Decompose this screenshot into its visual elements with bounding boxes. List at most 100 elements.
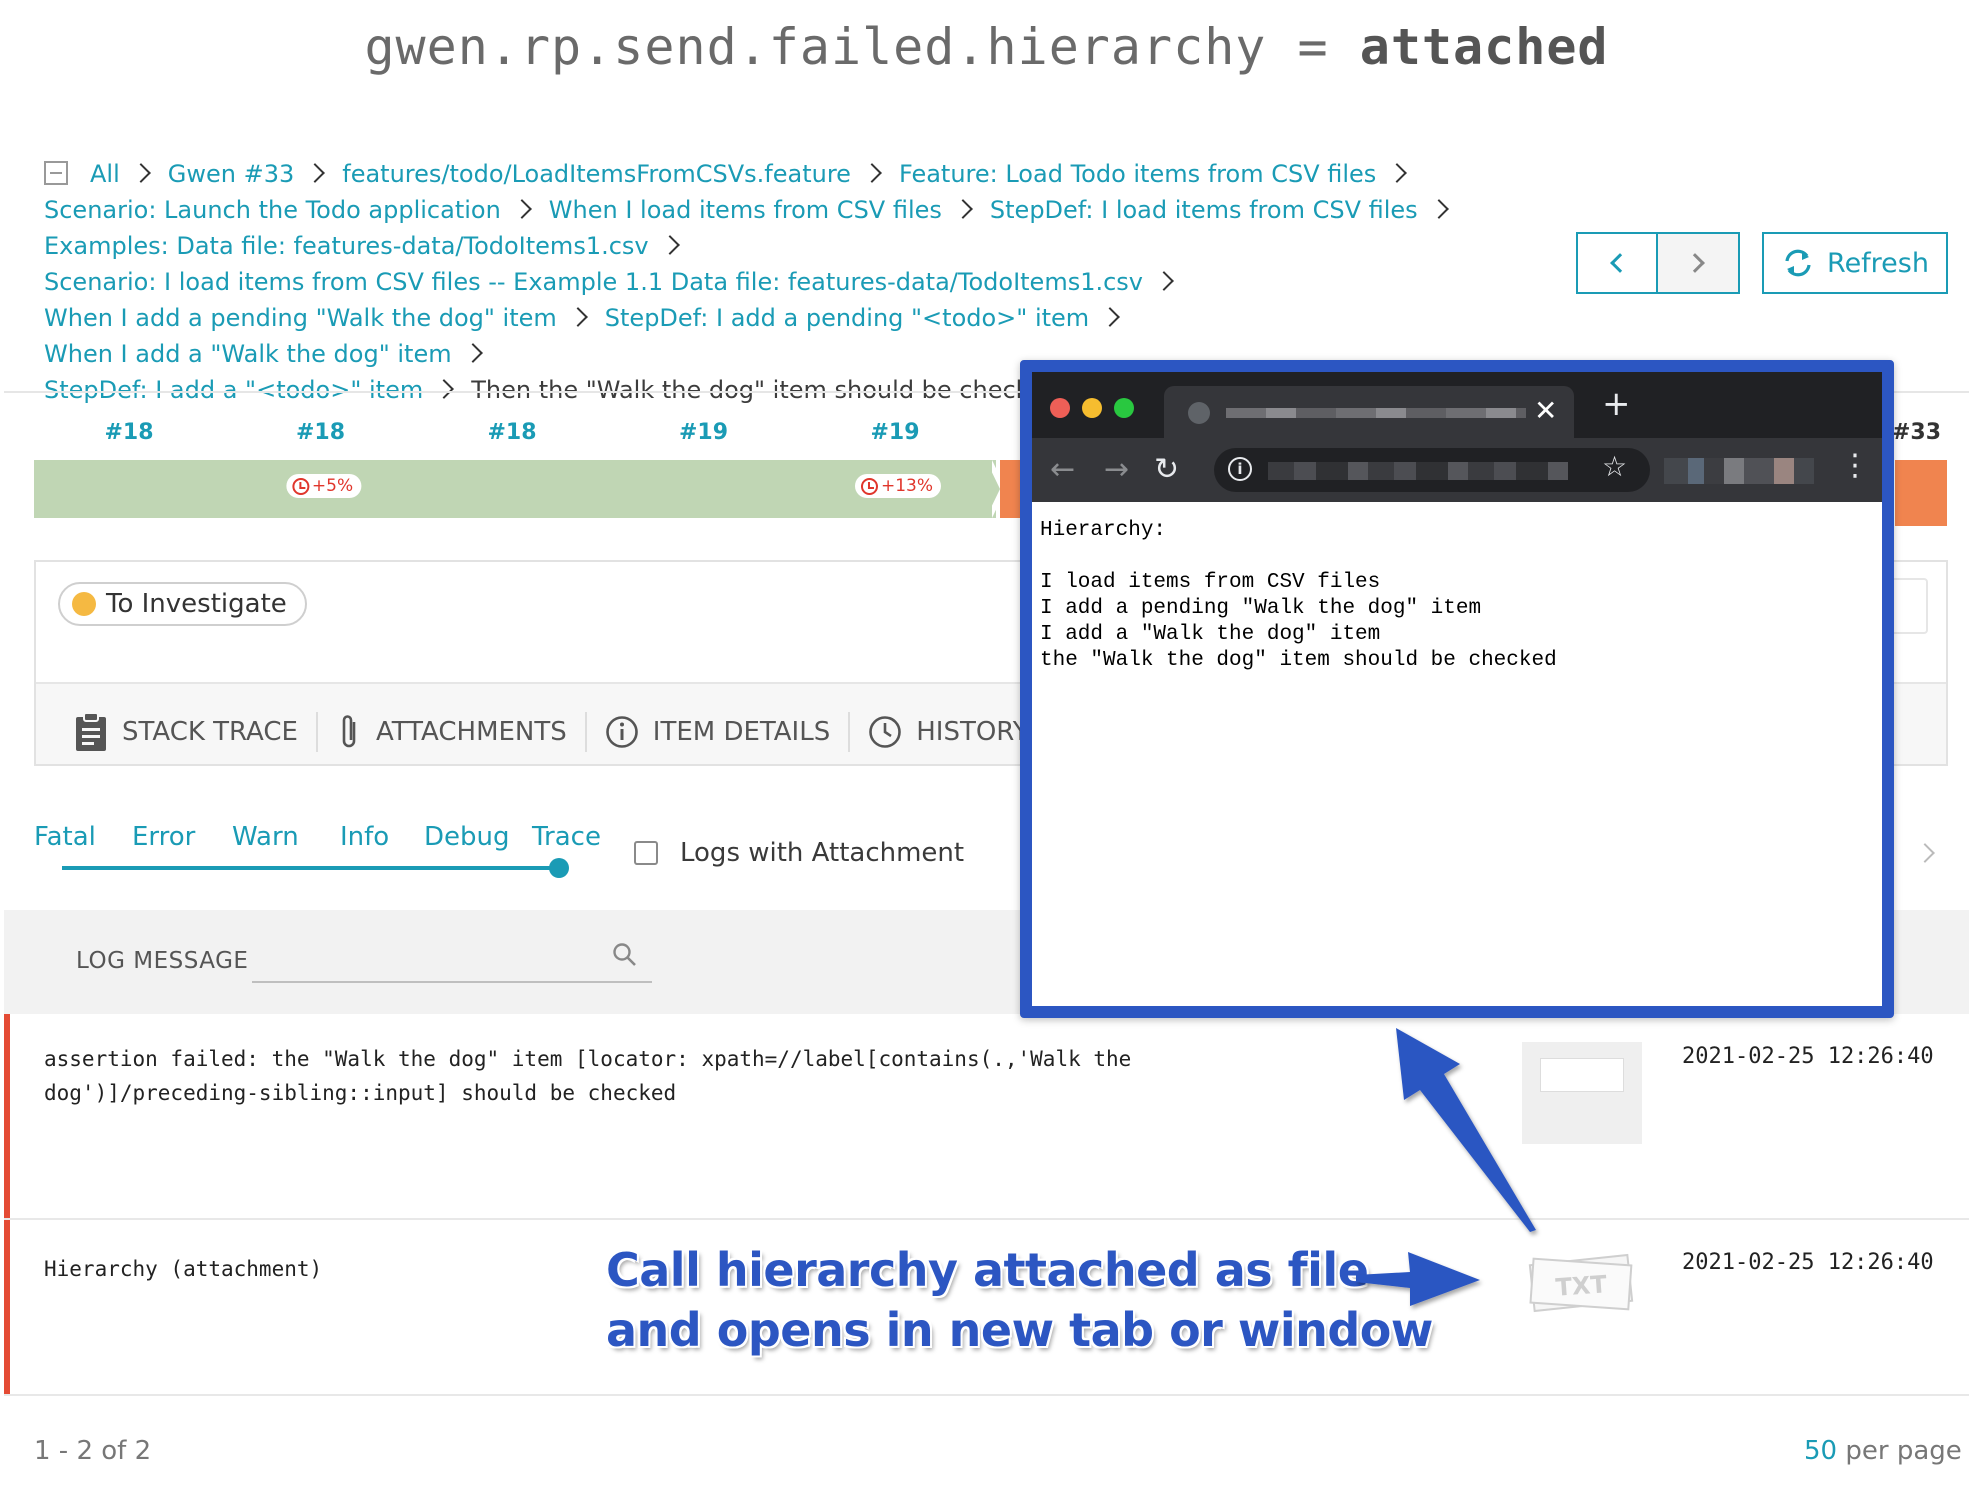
- history-item[interactable]: [608, 460, 805, 518]
- tab-label: ITEM DETAILS: [652, 717, 831, 747]
- history-label[interactable]: #33: [1892, 420, 1941, 445]
- previous-item-button[interactable]: [1578, 234, 1658, 292]
- tab-label: HISTORY: [916, 717, 1029, 747]
- checkbox[interactable]: [634, 841, 658, 865]
- log-level-info[interactable]: Info: [340, 822, 389, 852]
- breadcrumb-item[interactable]: Scenario: Launch the Todo application: [44, 196, 501, 224]
- history-label[interactable]: #18: [34, 420, 224, 445]
- tab-item-details[interactable]: ITEM DETAILS: [587, 712, 851, 752]
- history-label[interactable]: #18: [226, 420, 416, 445]
- history-item[interactable]: +5%: [225, 460, 422, 518]
- log-level-debug[interactable]: Debug: [424, 822, 510, 852]
- per-page-selector[interactable]: 50 per page: [1804, 1436, 1962, 1466]
- history-item[interactable]: [34, 460, 230, 518]
- close-tab-icon[interactable]: ✕: [1534, 394, 1557, 427]
- chevron-right-icon[interactable]: [1915, 843, 1935, 863]
- next-item-button[interactable]: [1658, 234, 1738, 292]
- close-window-button[interactable]: [1050, 398, 1070, 418]
- thumbnail-preview: [1540, 1058, 1624, 1092]
- new-tab-icon[interactable]: +: [1602, 384, 1631, 424]
- search-icon[interactable]: [612, 942, 638, 968]
- breadcrumb-item[interactable]: StepDef: I add a "<todo>" item: [44, 376, 423, 404]
- chevron-left-icon: [1610, 253, 1630, 273]
- error-level-bar: [4, 1014, 10, 1218]
- logs-with-attachment-toggle[interactable]: Logs with Attachment: [634, 838, 964, 868]
- breadcrumb-item[interactable]: features/todo/LoadItemsFromCSVs.feature: [342, 160, 851, 188]
- history-item[interactable]: +13%: [800, 460, 996, 518]
- chevron-right-icon: [462, 343, 483, 363]
- tab-attachments[interactable]: ATTACHMENTS: [318, 712, 587, 752]
- clock-icon: [869, 716, 902, 748]
- breadcrumb-item[interactable]: StepDef: I add a pending "<todo>" item: [605, 304, 1089, 332]
- breadcrumb-item[interactable]: When I load items from CSV files: [549, 196, 942, 224]
- bookmark-star-icon[interactable]: ☆: [1602, 450, 1627, 483]
- log-message: assertion failed: the "Walk the dog" ite…: [44, 1047, 1132, 1105]
- browser-tab[interactable]: ✕: [1164, 386, 1574, 438]
- per-page-count[interactable]: 50: [1804, 1436, 1837, 1466]
- log-message: Hierarchy (attachment): [44, 1257, 323, 1281]
- chevron-right-icon: [862, 163, 882, 183]
- back-icon[interactable]: ←: [1050, 452, 1075, 487]
- breadcrumb-item[interactable]: Examples: Data file: features-data/TodoI…: [44, 232, 649, 260]
- breadcrumb-item[interactable]: Gwen #33: [168, 160, 294, 188]
- paperclip-icon: [342, 715, 356, 748]
- breadcrumb-item[interactable]: All: [90, 160, 120, 188]
- tab-stack-trace[interactable]: STACK TRACE: [56, 712, 318, 752]
- chevron-right-icon: [659, 235, 680, 255]
- chevron-right-icon: [1685, 253, 1705, 273]
- history-label[interactable]: #19: [609, 420, 799, 445]
- annotation-callout: Call hierarchy attached as file and open…: [606, 1240, 1433, 1360]
- extensions-redacted: [1664, 458, 1814, 484]
- maximize-window-button[interactable]: [1114, 398, 1134, 418]
- table-row[interactable]: assertion failed: the "Walk the dog" ite…: [4, 1014, 1969, 1220]
- clock-icon: [860, 477, 878, 495]
- log-level-slider-track[interactable]: [62, 866, 562, 870]
- forward-icon[interactable]: →: [1104, 452, 1129, 487]
- log-level-error[interactable]: Error: [132, 822, 195, 852]
- log-level-slider-handle[interactable]: [549, 858, 569, 878]
- history-label[interactable]: #18: [417, 420, 607, 445]
- duration-growth-value: +5%: [311, 476, 354, 496]
- reload-icon[interactable]: ↻: [1154, 452, 1179, 487]
- tab-title-redacted: [1226, 408, 1526, 418]
- chevron-right-icon: [305, 163, 326, 183]
- breadcrumb-current: Then the "Walk the dog" item should be c…: [471, 376, 1059, 404]
- log-level-fatal[interactable]: Fatal: [34, 822, 96, 852]
- history-item[interactable]: [417, 460, 613, 518]
- log-timestamp: 2021-02-25 12:26:40: [1682, 1250, 1934, 1275]
- breadcrumb-item[interactable]: Scenario: I load items from CSV files --…: [44, 268, 1143, 296]
- breadcrumb-item[interactable]: When I add a pending "Walk the dog" item: [44, 304, 557, 332]
- screenshot-thumbnail[interactable]: [1522, 1042, 1642, 1144]
- globe-icon: [1188, 402, 1210, 424]
- breadcrumb-item[interactable]: StepDef: I load items from CSV files: [990, 196, 1418, 224]
- browser-toolbar: ← → ↻ i ☆ ⋮: [1032, 438, 1882, 502]
- duration-growth-badge: +5%: [285, 474, 362, 498]
- collapse-icon[interactable]: [44, 161, 68, 185]
- chevron-right-icon: [567, 307, 588, 327]
- info-icon[interactable]: i: [1228, 457, 1252, 481]
- log-message-filter-input[interactable]: [252, 935, 652, 983]
- minimize-window-button[interactable]: [1082, 398, 1102, 418]
- kebab-menu-icon[interactable]: ⋮: [1840, 448, 1870, 483]
- chevron-right-icon: [1154, 271, 1174, 291]
- log-level-warn[interactable]: Warn: [232, 822, 299, 852]
- address-bar[interactable]: i ☆: [1214, 448, 1650, 492]
- breadcrumb-item[interactable]: When I add a "Walk the dog" item: [44, 340, 452, 368]
- txt-attachment-icon[interactable]: TXT: [1526, 1250, 1636, 1316]
- column-header-log-message: LOG MESSAGE: [76, 948, 249, 974]
- tab-label: ATTACHMENTS: [375, 717, 567, 747]
- defect-type-label: To Investigate: [106, 589, 287, 619]
- per-page-label: per page: [1837, 1436, 1962, 1466]
- tab-history[interactable]: HISTORY: [850, 712, 1046, 752]
- chevron-right-icon: [953, 199, 973, 219]
- log-level-trace[interactable]: Trace: [532, 822, 601, 852]
- item-navigation: [1576, 232, 1740, 294]
- history-item-failed[interactable]: [1895, 460, 1947, 526]
- checkbox-label: Logs with Attachment: [680, 838, 965, 868]
- history-separator: [986, 460, 1000, 518]
- breadcrumb-item[interactable]: Feature: Load Todo items from CSV files: [899, 160, 1376, 188]
- defect-color-dot: [72, 592, 96, 616]
- refresh-button[interactable]: Refresh: [1762, 232, 1948, 294]
- history-label[interactable]: #19: [800, 420, 990, 445]
- defect-type-badge[interactable]: To Investigate: [58, 582, 307, 626]
